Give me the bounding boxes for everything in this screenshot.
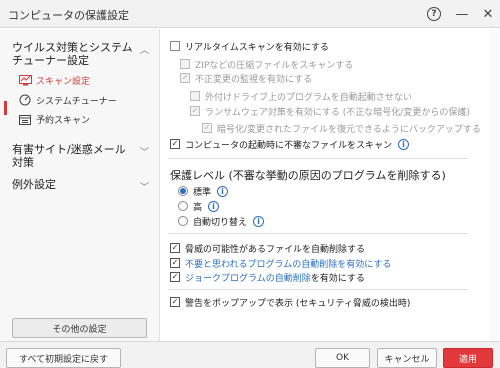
calendar-icon bbox=[18, 113, 32, 125]
protection-option-standard[interactable]: 標準 i bbox=[178, 184, 229, 198]
minimize-icon: — bbox=[455, 6, 469, 22]
close-icon: ✕ bbox=[482, 6, 494, 22]
close-button[interactable]: ✕ bbox=[473, 0, 500, 28]
unauthorized-change-label: 不正変更の監視を有効にする bbox=[195, 74, 313, 85]
window-title: コンピュータの保護設定 bbox=[8, 9, 129, 22]
auto-delete-label: 脅威の可能性があるファイルを自動削除する bbox=[185, 244, 366, 255]
zip-scan-row: ZIPなどの圧縮ファイルをスキャンする bbox=[180, 57, 353, 71]
ok-button[interactable]: OK bbox=[315, 348, 370, 368]
joke-program-link[interactable]: ジョークプログラムの自動削除 bbox=[185, 271, 311, 284]
apply-button[interactable]: 適用 bbox=[443, 348, 493, 368]
sidebar-item-label: 予約スキャン bbox=[36, 115, 91, 126]
category-antivirus[interactable]: ウイルス対策とシステム チューナー設定 bbox=[12, 41, 137, 67]
divider bbox=[168, 289, 468, 290]
backup-label: 暗号化/変更されたファイルを復元できるようにバックアップする bbox=[217, 124, 481, 135]
chevron-up-icon[interactable]: ︿ bbox=[140, 43, 149, 56]
popup-warning-row[interactable]: 警告をポップアップで表示 (セキュリティ脅威の検出時) bbox=[170, 295, 410, 309]
info-icon[interactable]: i bbox=[253, 215, 265, 227]
protection-option-auto[interactable]: 自動切り替え i bbox=[178, 214, 265, 228]
radio-label: 自動切り替え bbox=[193, 217, 248, 228]
popup-warning-label: 警告をポップアップで表示 (セキュリティ脅威の検出時) bbox=[185, 298, 411, 309]
popup-warning-checkbox[interactable] bbox=[170, 297, 180, 307]
radio-standard[interactable] bbox=[178, 186, 188, 196]
unwanted-program-checkbox[interactable] bbox=[170, 258, 180, 268]
chevron-down-icon[interactable]: ﹀ bbox=[140, 145, 149, 158]
joke-program-checkbox[interactable] bbox=[170, 272, 180, 282]
info-icon[interactable]: i bbox=[208, 200, 220, 212]
sidebar-item-system-tuner[interactable]: システムチューナー bbox=[18, 92, 158, 108]
monitor-icon bbox=[18, 74, 32, 86]
info-icon[interactable]: i bbox=[398, 138, 410, 150]
scrollbar[interactable] bbox=[489, 29, 499, 341]
help-button[interactable]: ? bbox=[419, 0, 449, 28]
auto-delete-row[interactable]: 脅威の可能性があるファイルを自動削除する bbox=[170, 241, 365, 255]
chevron-down-icon[interactable]: ﹀ bbox=[140, 180, 149, 193]
external-drive-label: 外付けドライブ上のプログラムを自動起動させない bbox=[205, 92, 412, 103]
backup-row: 暗号化/変更されたファイルを復元できるようにバックアップする bbox=[202, 121, 481, 135]
radio-high[interactable] bbox=[178, 201, 188, 211]
protection-level-title: 保護レベル (不審な挙動の原因のプログラムを削除する) bbox=[170, 169, 446, 182]
gauge-icon bbox=[18, 94, 32, 106]
category-exceptions[interactable]: 例外設定 bbox=[12, 178, 137, 191]
info-icon[interactable]: i bbox=[217, 185, 229, 197]
footer: すべて初期設定に戻す OK キャンセル 適用 bbox=[0, 341, 500, 368]
ransomware-checkbox bbox=[190, 106, 200, 116]
auto-delete-checkbox[interactable] bbox=[170, 243, 180, 253]
external-drive-checkbox bbox=[190, 91, 200, 101]
cancel-button[interactable]: キャンセル bbox=[377, 348, 437, 368]
startup-scan-checkbox[interactable] bbox=[170, 139, 180, 149]
sidebar-item-label: スキャン設定 bbox=[36, 76, 91, 87]
joke-program-row[interactable]: ジョークプログラムの自動削除 を有効にする bbox=[170, 270, 365, 284]
title-bar: コンピュータの保護設定 ? — ✕ bbox=[0, 0, 500, 28]
help-icon: ? bbox=[427, 7, 441, 21]
zip-scan-label: ZIPなどの圧縮ファイルをスキャンする bbox=[195, 60, 354, 71]
radio-label: 標準 bbox=[193, 187, 212, 198]
divider bbox=[168, 233, 468, 234]
unauthorized-change-row: 不正変更の監視を有効にする bbox=[180, 71, 312, 85]
divider bbox=[168, 158, 468, 159]
realtime-scan-row[interactable]: リアルタイムスキャンを有効にする bbox=[170, 39, 329, 53]
ransomware-row: ランサムウェア対策を有効にする (不正な暗号化/変更からの保護) bbox=[190, 104, 470, 118]
protection-option-high[interactable]: 高 i bbox=[178, 199, 220, 213]
startup-scan-label: コンピュータの起動時に不審なファイルをスキャン bbox=[185, 140, 393, 151]
zip-scan-checkbox bbox=[180, 59, 190, 69]
reset-defaults-button[interactable]: すべて初期設定に戻す bbox=[6, 348, 121, 368]
sidebar-item-scheduled-scan[interactable]: 予約スキャン bbox=[18, 111, 158, 127]
external-drive-row: 外付けドライブ上のプログラムを自動起動させない bbox=[190, 89, 412, 103]
unwanted-program-link[interactable]: 不要と思われるプログラムの自動削除を有効にする bbox=[185, 257, 391, 270]
startup-scan-row[interactable]: コンピュータの起動時に不審なファイルをスキャン i bbox=[170, 137, 410, 151]
radio-auto[interactable] bbox=[178, 216, 188, 226]
active-indicator bbox=[4, 101, 7, 115]
unwanted-program-row[interactable]: 不要と思われるプログラムの自動削除を有効にする bbox=[170, 256, 391, 270]
joke-program-label: を有効にする bbox=[310, 273, 365, 284]
other-settings-button[interactable]: その他の設定 bbox=[12, 318, 147, 338]
unauthorized-change-checkbox bbox=[180, 73, 190, 83]
sidebar-item-scan-settings[interactable]: スキャン設定 bbox=[18, 72, 158, 88]
category-web-mail[interactable]: 有害サイト/迷惑メール 対策 bbox=[12, 143, 137, 169]
sidebar: ウイルス対策とシステム チューナー設定 ︿ スキャン設定 システムチューナー 予… bbox=[0, 29, 160, 341]
ransomware-label: ランサムウェア対策を有効にする (不正な暗号化/変更からの保護) bbox=[205, 107, 470, 118]
realtime-scan-label: リアルタイムスキャンを有効にする bbox=[185, 42, 329, 53]
backup-checkbox bbox=[202, 123, 212, 133]
realtime-scan-checkbox[interactable] bbox=[170, 41, 180, 51]
radio-label: 高 bbox=[193, 202, 203, 213]
sidebar-item-label: システムチューナー bbox=[36, 96, 117, 107]
